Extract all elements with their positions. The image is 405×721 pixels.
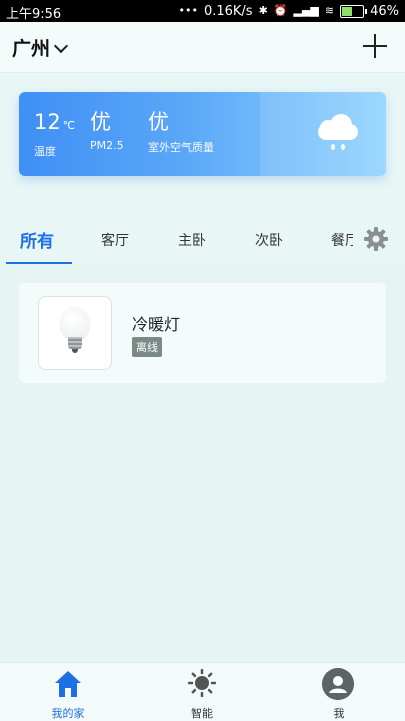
pm25-value: 优 [90,110,111,134]
bottom-nav: 我的家 智能 我 [0,662,405,721]
nav-me[interactable]: 我 [299,663,379,721]
home-icon [55,671,81,697]
air-quality-block: 优 室外空气质量 [148,110,214,155]
temperature-value: 12 [34,110,61,134]
add-device-button[interactable] [363,34,387,58]
temperature-label: 温度 [34,145,56,158]
pm25-block: 优 PM2.5 [90,110,124,152]
signal-icon: ▂▄▆ [293,4,319,17]
device-status-badge: 离线 [132,337,162,357]
status-icons: ••• 0.16K/s ✱ ⏰ ▂▄▆ ≋ 46% [178,3,399,19]
nav-label-me: 我 [333,707,345,720]
battery-icon [340,4,368,18]
city-name: 广州 [12,38,51,60]
battery-percent: 46% [370,3,399,19]
tab-living-room[interactable]: 客厅 [101,230,129,250]
air-quality-value: 优 [148,110,169,134]
room-settings-gear-icon[interactable] [363,226,389,252]
bluetooth-icon: ✱ [258,4,268,17]
nav-smart[interactable]: 智能 [162,663,242,721]
sun-icon [188,669,216,697]
more-dots-icon: ••• [178,4,198,17]
tab-master-bedroom[interactable]: 主卧 [178,230,206,250]
wifi-icon: ≋ [324,4,335,17]
device-card[interactable]: 冷暖灯 离线 [19,283,386,383]
nav-my-home[interactable]: 我的家 [28,663,108,721]
device-name: 冷暖灯 [132,315,181,334]
temperature-block: 12 ℃ 温度 [34,110,75,159]
rain-cloud-icon [316,112,360,150]
tab-all[interactable]: 所有 [20,227,54,252]
top-header: 广州 [0,22,405,73]
chevron-down-icon [53,38,69,53]
pm25-label: PM2.5 [90,139,124,152]
temperature-unit: ℃ [62,119,76,132]
air-quality-label: 室外空气质量 [148,141,214,154]
user-avatar-icon [322,668,354,700]
status-bar: 上午9:56 ••• 0.16K/s ✱ ⏰ ▂▄▆ ≋ 46% [0,0,405,22]
weather-card[interactable]: 12 ℃ 温度 优 PM2.5 优 室外空气质量 [19,92,386,176]
light-bulb-icon [61,307,89,339]
status-time: 上午9:56 [6,7,62,22]
alarm-icon: ⏰ [273,4,288,17]
room-tabs: 所有 客厅 主卧 次卧 餐厅 [0,222,405,264]
net-speed: 0.16K/s [203,3,253,19]
nav-label-smart: 智能 [191,707,213,720]
device-thumbnail [38,296,112,370]
nav-label-my-home: 我的家 [51,707,85,720]
tab-dining-room[interactable]: 餐厅 [331,230,353,250]
tab-second-bedroom[interactable]: 次卧 [255,230,283,250]
city-selector[interactable]: 广州 [12,34,69,61]
